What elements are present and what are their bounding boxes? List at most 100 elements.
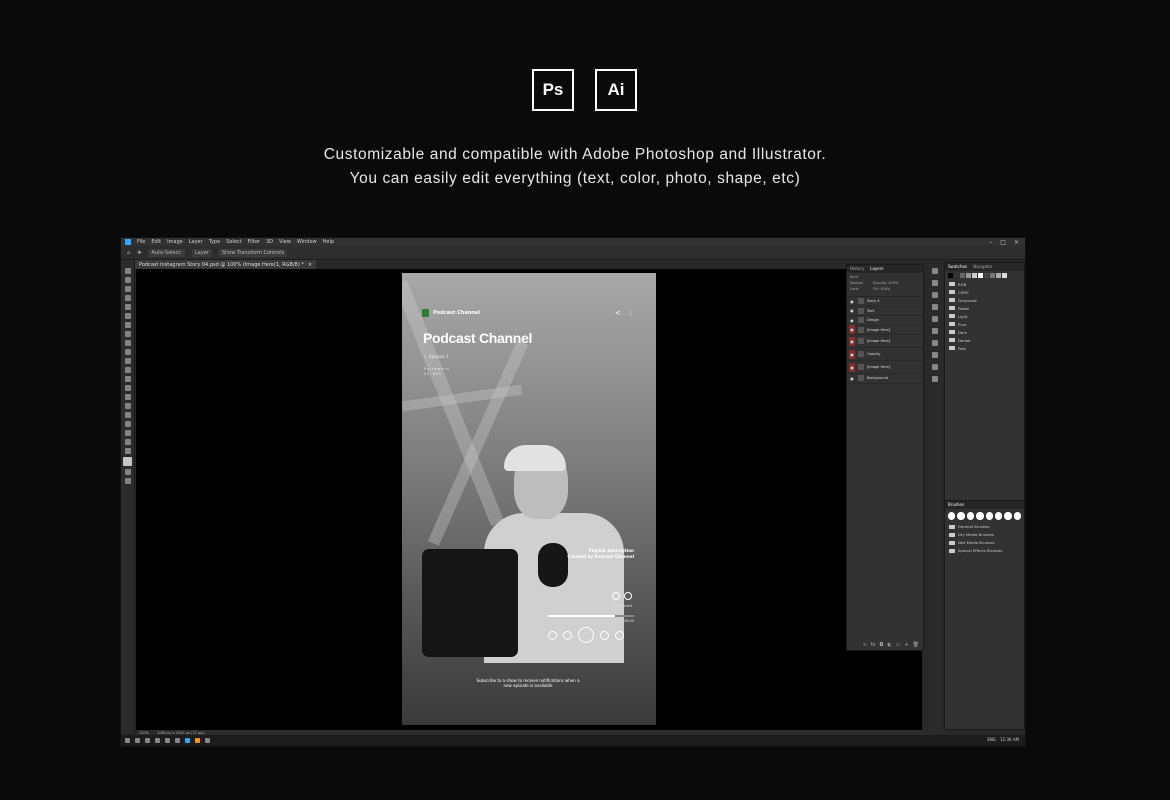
link-icon[interactable]: ∞ xyxy=(862,642,866,648)
brush-folder[interactable]: Special Effects Brushes xyxy=(945,547,1024,555)
lasso-tool-icon[interactable] xyxy=(124,286,131,292)
color-swatch[interactable] xyxy=(954,273,959,278)
gradient-panel-icon[interactable] xyxy=(932,292,938,298)
brush-preset[interactable] xyxy=(985,512,993,520)
chrome-icon[interactable] xyxy=(175,738,180,743)
color-swatch[interactable] xyxy=(996,273,1001,278)
playback-progress[interactable] xyxy=(548,615,634,617)
swatch-folder[interactable]: Pastel xyxy=(945,304,1024,312)
more-tools-icon[interactable] xyxy=(124,448,131,454)
fill-field[interactable]: Fill: 100% xyxy=(873,287,890,291)
patterns-panel-icon[interactable] xyxy=(932,304,938,310)
home-icon[interactable]: ⌂ xyxy=(127,250,130,256)
properties-panel-icon[interactable] xyxy=(932,316,938,322)
skip-back-icon[interactable] xyxy=(548,630,557,640)
skip-forward-icon[interactable] xyxy=(615,630,624,640)
zoom-level[interactable]: 100% xyxy=(139,731,149,735)
healing-tool-icon[interactable] xyxy=(124,322,131,328)
hand-tool-icon[interactable] xyxy=(124,430,131,436)
brush-panel-icon[interactable] xyxy=(932,352,938,358)
color-swatch[interactable] xyxy=(966,273,971,278)
brush-preset[interactable] xyxy=(994,512,1003,520)
share-icon[interactable]: < xyxy=(615,309,623,317)
color-swatch[interactable] xyxy=(960,273,965,278)
menu-image[interactable]: Image xyxy=(167,239,183,245)
brush-folder[interactable]: Dry Media Brushes xyxy=(945,531,1024,539)
swatch-folder[interactable]: Grayscale xyxy=(945,296,1024,304)
brush-preset[interactable] xyxy=(1004,512,1012,520)
menu-help[interactable]: Help xyxy=(323,239,334,245)
brush-preset[interactable] xyxy=(976,512,984,520)
swatch-folder[interactable]: Pure xyxy=(945,320,1024,328)
close-tab-icon[interactable]: × xyxy=(308,262,312,268)
eyedropper-tool-icon[interactable] xyxy=(124,313,131,319)
shape-tool-icon[interactable] xyxy=(124,421,131,427)
brush-preset[interactable] xyxy=(1013,512,1021,520)
task-view-icon[interactable] xyxy=(145,738,150,743)
close-icon[interactable]: × xyxy=(1014,239,1019,246)
move-tool-icon[interactable]: ✥ xyxy=(137,250,141,256)
trash-icon[interactable]: 🗑 xyxy=(913,642,919,648)
pen-tool-icon[interactable] xyxy=(124,394,131,400)
eye-icon[interactable]: ● xyxy=(849,316,855,325)
path-select-tool-icon[interactable] xyxy=(124,412,131,418)
tab-swatches[interactable]: Swatches xyxy=(948,264,967,270)
menu-select[interactable]: Select xyxy=(226,239,241,245)
color-swatch[interactable] xyxy=(1002,273,1007,278)
layer-row[interactable]: ● Opacity xyxy=(847,348,923,361)
crop-tool-icon[interactable] xyxy=(124,304,131,310)
story-artboard[interactable]: Podcast Channel < ⋮ Podcast Channel ⌕ Ep… xyxy=(402,273,656,725)
swatch-folder[interactable]: Pale xyxy=(945,344,1024,352)
download-icon[interactable] xyxy=(624,592,632,600)
quick-mask-icon[interactable] xyxy=(124,469,131,475)
illustrator-taskbar-icon[interactable] xyxy=(195,738,200,743)
screen-mode-icon[interactable] xyxy=(124,478,131,484)
auto-select-checkbox[interactable]: Auto-Select: xyxy=(148,248,186,257)
character-panel-icon[interactable] xyxy=(932,364,938,370)
libraries-panel-icon[interactable] xyxy=(932,340,938,346)
marquee-tool-icon[interactable] xyxy=(124,277,131,283)
opacity-field[interactable]: Opacity: 100% xyxy=(873,281,899,285)
color-panel-icon[interactable] xyxy=(932,268,938,274)
brush-folder[interactable]: Wet Media Brushes xyxy=(945,539,1024,547)
history-brush-tool-icon[interactable] xyxy=(124,349,131,355)
color-swatch[interactable] xyxy=(948,273,953,278)
mask-icon[interactable]: ◘ xyxy=(879,642,883,648)
brush-tool-icon[interactable] xyxy=(124,331,131,337)
brush-preset[interactable] xyxy=(948,512,956,520)
layer-row[interactable]: ● Background xyxy=(847,374,923,384)
photoshop-taskbar-icon[interactable] xyxy=(185,738,190,743)
color-swatch-icon[interactable] xyxy=(123,457,132,466)
color-swatch[interactable] xyxy=(972,273,977,278)
menu-type[interactable]: Type xyxy=(209,239,220,245)
search-icon[interactable] xyxy=(135,738,140,743)
swatch-folder[interactable]: CMYK xyxy=(945,288,1024,296)
brush-preset[interactable] xyxy=(966,512,975,520)
tab-brushes[interactable]: Brushes xyxy=(948,502,964,508)
menu-window[interactable]: Window xyxy=(297,239,317,245)
clock[interactable]: 12:36 AM xyxy=(1000,737,1019,742)
eye-icon[interactable]: ● xyxy=(849,325,855,335)
layer-row[interactable]: ● [Image Here] xyxy=(847,361,923,374)
fx-icon[interactable]: fx xyxy=(871,642,876,648)
minimize-icon[interactable]: – xyxy=(989,239,992,246)
layer-row[interactable]: ● [Image Here] xyxy=(847,325,923,335)
eye-icon[interactable]: ● xyxy=(849,374,855,383)
tab-history[interactable]: History xyxy=(850,266,864,272)
brush-preset[interactable] xyxy=(957,512,965,520)
menu-layer[interactable]: Layer xyxy=(189,239,203,245)
edge-icon[interactable] xyxy=(155,738,160,743)
play-icon[interactable] xyxy=(578,627,594,643)
stamp-tool-icon[interactable] xyxy=(124,340,131,346)
type-tool-icon[interactable] xyxy=(124,403,131,409)
eye-icon[interactable]: ● xyxy=(849,336,855,346)
eye-icon[interactable]: ● xyxy=(849,362,855,372)
swatch-folder[interactable]: Darker xyxy=(945,336,1024,344)
filter-kind[interactable]: Kind xyxy=(850,275,858,279)
blur-tool-icon[interactable] xyxy=(124,376,131,382)
heart-icon[interactable] xyxy=(612,592,620,600)
steam-icon[interactable] xyxy=(205,738,210,743)
menu-view[interactable]: View xyxy=(279,239,291,245)
dodge-tool-icon[interactable] xyxy=(124,385,131,391)
tab-layers[interactable]: Layers xyxy=(870,266,883,272)
